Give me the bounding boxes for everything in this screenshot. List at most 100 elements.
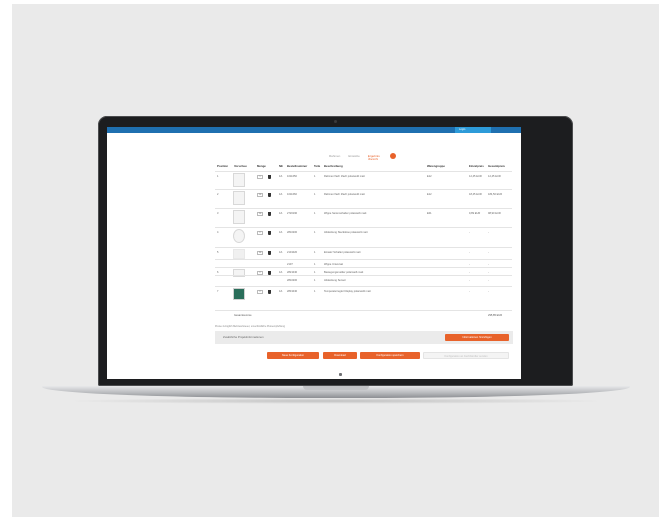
cell-description: Temperaturregler Display polarweiß matt [324,290,371,293]
cell-parts: 1 [314,263,316,266]
quantity-input[interactable]: 1 [257,175,263,179]
cell-parts: 1 [314,193,316,196]
step-rahmen[interactable]: Rahmen [329,154,340,158]
trash-icon[interactable] [268,175,271,179]
cell-unit-price: - [469,231,470,234]
cell-unit-price: 9,89 EUR [469,212,481,215]
cell-ne: 1/1 [279,212,283,215]
quantity-input[interactable]: 10 [257,251,263,255]
cell-position: 7 [217,290,219,293]
cell-parts: 1 [314,212,316,215]
step-ergebnis[interactable]: Ergebnis Übersicht [367,154,380,161]
cell-group: E12 [427,193,432,196]
trash-icon[interactable] [268,212,271,216]
table-row: 4 1/1 2810200 1 Abdeckung Steckdose polarwei… [107,231,521,237]
row-divider [215,247,512,248]
cell-unit-price: - [469,251,470,254]
col-beschreibung: Beschreibung [324,164,343,168]
cell-description: Abdeckung Steckdose polarweiß matt [324,231,368,234]
quantity-input[interactable]: 10 [257,193,263,197]
cell-position: 2 [217,193,219,196]
send-dealer-button[interactable]: Konfiguration an Fachhändler senden [423,352,509,359]
cell-total-price: - [488,290,489,293]
save-config-button[interactable]: Konfiguration speichern [360,352,420,359]
product-thumbnail [233,210,245,224]
cell-position: 1 [217,175,219,178]
step-indicator: Rahmen Einsätze Ergebnis Übersicht [329,152,396,161]
step-ergebnis-sub: Übersicht [367,158,378,161]
login-button[interactable]: Login [455,127,491,133]
cell-total-price: - [488,279,489,282]
divider [215,310,512,311]
cell-total-price: - [488,263,489,266]
cell-unit-price: 12,45 EUR [469,175,482,178]
cell-ne: 1/1 [279,271,283,274]
cell-order-number: 1011650 [287,175,297,178]
top-nav-bar: Login [107,127,521,133]
cell-order-number: 2831040 [287,290,298,293]
product-thumbnail [233,229,245,243]
cell-unit-price: - [469,290,470,293]
table-row: 2107 1 Wippe Universal - - [107,263,521,269]
col-bestellnummer: Bestellnummer [287,164,308,168]
table-row: 2810200 1 Abdeckung Sensor - - [107,279,521,285]
trash-icon[interactable] [268,231,271,235]
trash-icon[interactable] [268,193,271,197]
subtotal-label: Gesamtsumme [234,314,252,317]
cell-order-number: 1011660 [287,193,297,196]
subtotal-value: 295,85 EUR [488,314,503,317]
row-divider [215,259,512,260]
cell-description: Wippe Serienschalter polarweiß matt [324,212,367,215]
product-thumbnail [233,288,245,300]
col-gesamtpreis: Gesamtpreis [488,164,505,168]
cell-parts: 1 [314,251,316,254]
table-row: 3 1/1 2720190 1 Wippe Serienschalter polarwe… [107,212,521,218]
cell-ne: 1/1 [279,175,283,178]
table-row: 2 1/1 1011660 1 Rahmen flach 2fach polarweiß… [107,193,521,199]
cell-total-price: 98,90 EUR [488,212,501,215]
product-thumbnail [233,249,245,259]
project-info-bar: Zusätzliche Projektinformationen Informa… [215,331,513,344]
table-row: 1 1/1 1011650 1 Rahmen flach 1fach polarweiß… [107,175,521,181]
col-einzelpreis: Einzelpreis [469,164,484,168]
table-row: 6 1/1 2821040 1 Bewegungsmelder polarweiß ma… [107,271,521,277]
cell-unit-price: - [469,279,470,282]
quantity-input[interactable]: 10 [257,212,263,216]
table-row: 7 1/1 2831040 1 Temperaturregler Display pol… [107,290,521,296]
col-vorschau: Vorschau [234,164,247,168]
cell-parts: 1 [314,271,316,274]
col-warengruppe: Warengruppe [427,164,445,168]
trash-icon[interactable] [268,290,271,294]
cell-position: 4 [217,231,219,234]
cell-order-number: 2821040 [287,271,298,274]
cell-group: E12 [427,175,432,178]
col-teile: Teile [314,164,321,168]
laptop-notch [303,386,369,390]
col-menge: Menge [257,164,266,168]
row-divider [215,171,512,172]
row-divider [215,189,512,190]
trash-icon[interactable] [268,251,271,255]
cell-description: Bewegungsmelder polarweiß matt [324,271,364,274]
cell-ne: 1/1 [279,193,283,196]
add-info-button[interactable]: Informationen hinzufügen [445,334,509,341]
new-config-button[interactable]: Neue Konfiguration [267,352,319,359]
col-position: Position [217,164,229,168]
cell-order-number: 2810200 [287,231,298,234]
cell-position: 3 [217,212,219,215]
product-thumbnail [233,191,245,205]
cell-group: E01 [427,212,432,215]
cell-description: Abdeckung Sensor [324,279,346,282]
quantity-input[interactable]: 2 [257,290,263,294]
row-divider [215,275,512,276]
download-button[interactable]: Download [323,352,357,359]
step-einsaetze[interactable]: Einsätze [348,154,360,158]
cell-parts: 1 [314,279,316,282]
row-divider [215,267,512,268]
cell-order-number: 2810200 [287,279,298,282]
quantity-input[interactable]: 2 [257,231,263,235]
cell-total-price: 12,45 EUR [488,175,501,178]
cell-total-price: - [488,231,489,234]
camera-dot [334,120,337,123]
cell-order-number: 2720190 [287,212,298,215]
